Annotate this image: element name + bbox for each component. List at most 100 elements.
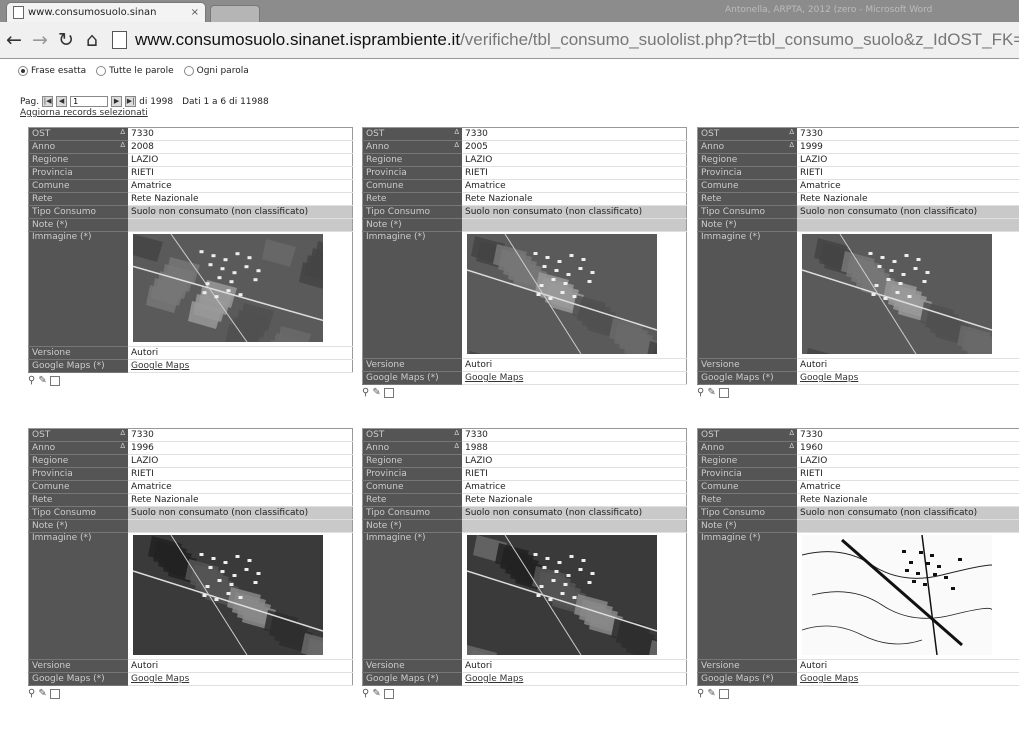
next-page-icon[interactable]: ▶: [111, 96, 123, 107]
magnifier-icon[interactable]: ⚲: [697, 688, 704, 699]
sort-icon[interactable]: ∆: [454, 141, 459, 149]
page-number-input[interactable]: [70, 96, 109, 107]
tab-close-icon[interactable]: ×: [191, 7, 205, 18]
select-checkbox[interactable]: [383, 387, 394, 398]
home-icon[interactable]: ⌂: [80, 29, 104, 51]
field-value-tipo: Suolo non consumato (non classificato): [128, 506, 353, 520]
sort-icon[interactable]: ∆: [789, 429, 794, 437]
sort-icon[interactable]: ∆: [454, 442, 459, 450]
field-value-ost: 7330: [462, 428, 687, 442]
forward-arrow-icon[interactable]: →: [28, 29, 52, 51]
field-label-anno[interactable]: Anno ∆: [697, 140, 797, 154]
sort-icon[interactable]: ∆: [454, 429, 459, 437]
new-tab-button[interactable]: [210, 5, 260, 23]
page-label: Pag.: [20, 96, 40, 107]
field-label-text: Regione: [701, 456, 738, 466]
google-maps-link[interactable]: Google Maps: [800, 674, 858, 684]
first-page-icon[interactable]: |◀: [42, 96, 54, 107]
select-checkbox[interactable]: [49, 688, 60, 699]
browser-tab[interactable]: www.consumosuolo.sinan ×: [6, 2, 206, 22]
sort-icon[interactable]: ∆: [789, 141, 794, 149]
select-checkbox[interactable]: [383, 688, 394, 699]
sort-icon[interactable]: ∆: [120, 128, 125, 136]
google-maps-link[interactable]: Google Maps: [465, 373, 523, 383]
field-value-gmaps: Google Maps: [462, 672, 687, 686]
field-label-anno[interactable]: Anno ∆: [697, 441, 797, 455]
url-path: /verifiche/tbl_consumo_suololist.php?t=t…: [460, 30, 1019, 49]
record-row-gmaps: Google Maps (*) Google Maps: [362, 672, 687, 686]
page-icon: [112, 31, 127, 49]
radio-frase-esatta[interactable]: Frase esatta: [18, 66, 86, 76]
sort-icon[interactable]: ∆: [789, 128, 794, 136]
radio-ogni-parola[interactable]: Ogni parola: [183, 66, 249, 76]
last-page-icon[interactable]: ▶|: [125, 96, 137, 107]
select-checkbox[interactable]: [718, 688, 729, 699]
radio-button-icon[interactable]: [18, 66, 28, 76]
sort-icon[interactable]: ∆: [120, 141, 125, 149]
magnifier-icon[interactable]: ⚲: [362, 688, 369, 699]
select-checkbox[interactable]: [718, 387, 729, 398]
field-label-text: Comune: [366, 482, 404, 492]
field-value-gmaps: Google Maps: [797, 371, 1019, 385]
sort-icon[interactable]: ∆: [120, 442, 125, 450]
record-row-versione: Versione Autori: [362, 659, 687, 673]
select-checkbox[interactable]: [49, 375, 60, 386]
update-selected-records-link[interactable]: Aggiorna records selezionati: [20, 108, 148, 118]
address-bar[interactable]: www.consumosuolo.sinanet.isprambiente.it…: [112, 26, 1019, 54]
edit-icon[interactable]: ✎: [372, 688, 380, 699]
edit-icon[interactable]: ✎: [38, 688, 46, 699]
field-label-anno[interactable]: Anno ∆: [28, 441, 128, 455]
field-value-regione: LAZIO: [797, 454, 1019, 468]
google-maps-link[interactable]: Google Maps: [800, 373, 858, 383]
edit-icon[interactable]: ✎: [38, 375, 46, 386]
field-label-note: Note (*): [28, 218, 128, 232]
reload-icon[interactable]: ↻: [54, 29, 78, 51]
sort-icon[interactable]: ∆: [789, 442, 794, 450]
back-arrow-icon[interactable]: ←: [2, 29, 26, 51]
field-label-provincia: Provincia: [362, 467, 462, 481]
field-label-text: Note (*): [701, 521, 737, 531]
field-label-ost[interactable]: OST ∆: [362, 428, 462, 442]
field-label-gmaps: Google Maps (*): [697, 371, 797, 385]
field-label-text: Note (*): [32, 521, 68, 531]
radio-button-icon[interactable]: [183, 66, 194, 76]
edit-icon[interactable]: ✎: [372, 387, 380, 398]
record-row-tipo: Tipo Consumo Suolo non consumato (non cl…: [28, 205, 353, 219]
record-table: OST ∆ 7330 Anno ∆ 1960 Regione LAZIO Provi…: [697, 428, 1019, 686]
edit-icon[interactable]: ✎: [707, 688, 715, 699]
field-label-text: OST: [701, 129, 720, 139]
field-label-anno[interactable]: Anno ∆: [28, 140, 128, 154]
sort-icon[interactable]: ∆: [454, 128, 459, 136]
magnifier-icon[interactable]: ⚲: [697, 387, 704, 398]
field-label-regione: Regione: [697, 454, 797, 468]
google-maps-link[interactable]: Google Maps: [465, 674, 523, 684]
record-row-tipo: Tipo Consumo Suolo non consumato (non cl…: [362, 506, 687, 520]
field-label-ost[interactable]: OST ∆: [362, 127, 462, 141]
field-label-ost[interactable]: OST ∆: [28, 127, 128, 141]
field-label-text: Regione: [32, 155, 69, 165]
edit-icon[interactable]: ✎: [707, 387, 715, 398]
field-label-tipo: Tipo Consumo: [362, 205, 462, 219]
record-row-anno: Anno ∆ 1996: [28, 441, 353, 455]
field-label-ost[interactable]: OST ∆: [697, 127, 797, 141]
radio-tutte-le-parole[interactable]: Tutte le parole: [96, 66, 174, 76]
sort-icon[interactable]: ∆: [120, 429, 125, 437]
field-label-ost[interactable]: OST ∆: [697, 428, 797, 442]
field-label-ost[interactable]: OST ∆: [28, 428, 128, 442]
field-label-anno[interactable]: Anno ∆: [362, 441, 462, 455]
radio-button-icon[interactable]: [96, 66, 107, 76]
field-label-text: Note (*): [32, 220, 68, 230]
record-image: [467, 535, 657, 655]
google-maps-link[interactable]: Google Maps: [131, 361, 189, 371]
field-label-anno[interactable]: Anno ∆: [362, 140, 462, 154]
magnifier-icon[interactable]: ⚲: [362, 387, 369, 398]
magnifier-icon[interactable]: ⚲: [28, 688, 35, 699]
record-row-immagine: Immagine (*): [362, 231, 687, 359]
field-label-comune: Comune: [28, 179, 128, 193]
record-row-gmaps: Google Maps (*) Google Maps: [28, 672, 353, 686]
record-row-immagine: Immagine (*): [697, 231, 1019, 359]
record-actions: ⚲ ✎: [697, 688, 1019, 699]
prev-page-icon[interactable]: ◀: [56, 96, 68, 107]
google-maps-link[interactable]: Google Maps: [131, 674, 189, 684]
magnifier-icon[interactable]: ⚲: [28, 375, 35, 386]
